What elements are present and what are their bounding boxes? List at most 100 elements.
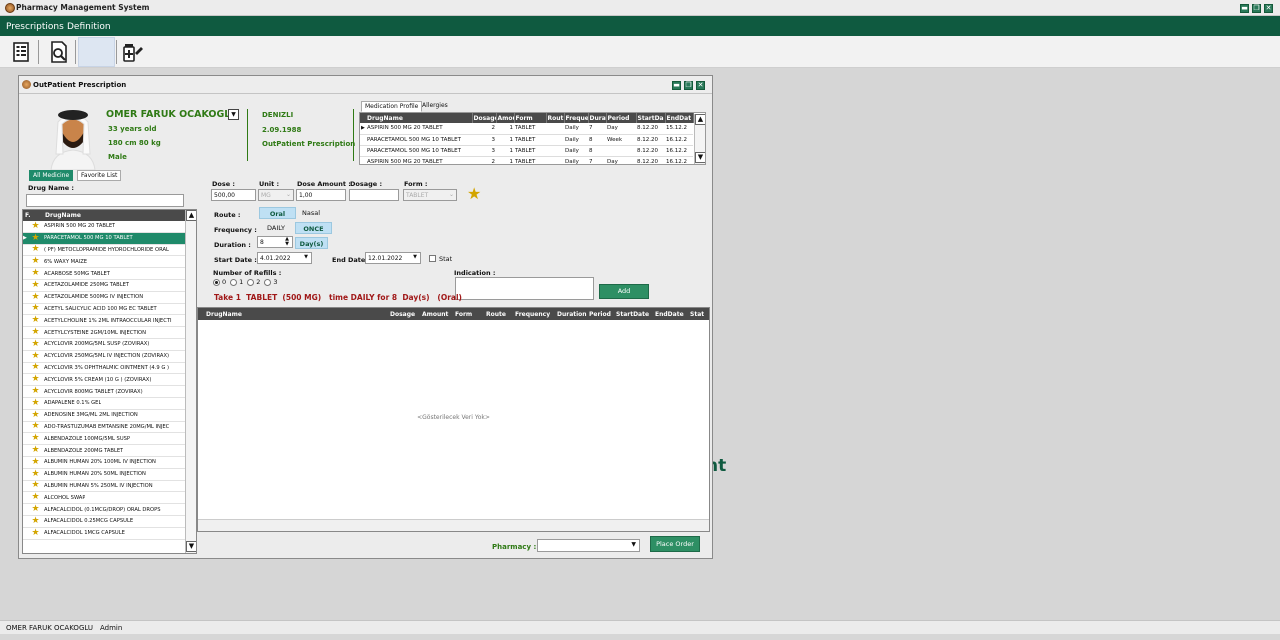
radio-icon[interactable] <box>230 278 238 286</box>
favorite-star-icon[interactable]: ★ <box>29 446 42 455</box>
column-header[interactable]: Amount <box>422 311 448 318</box>
tab-medication-profile[interactable]: Medication Profile <box>361 101 423 112</box>
favorite-star-icon[interactable]: ★ <box>29 505 42 514</box>
column-header[interactable]: Rout <box>546 113 565 123</box>
unit-select[interactable]: MG ⌄ <box>258 189 294 201</box>
route-oral-button[interactable]: Oral <box>259 207 296 219</box>
favorite-star-icon[interactable]: ★ <box>29 387 42 396</box>
favorite-star-icon[interactable]: ★ <box>29 257 42 266</box>
favorite-star-icon[interactable]: ★ <box>29 528 42 538</box>
favorite-star-icon[interactable]: ★ <box>29 422 42 431</box>
duration-unit-button[interactable]: Day(s) <box>295 237 328 249</box>
column-header[interactable]: Durat <box>588 113 607 123</box>
radio-icon[interactable] <box>213 278 220 286</box>
frequency-daily-button[interactable]: DAILY <box>260 222 292 234</box>
list-item[interactable]: ★ ALBUMIN HUMAN 5% 250ML IV INJECTION <box>23 480 196 493</box>
table-row[interactable]: PARACETAMOL 500 MG 10 TABLET 3 1 TABLET Dail… <box>360 134 693 146</box>
start-date-picker[interactable]: 4.01.2022 ▼ <box>257 252 312 264</box>
column-header[interactable]: Frequency <box>515 311 550 318</box>
scrollbar[interactable]: ▲ ▼ <box>185 210 196 553</box>
list-item[interactable]: ★ ALBUMIN HUMAN 20% 100ML IV INJECTION <box>23 456 196 469</box>
dose-amount-input[interactable] <box>296 189 346 201</box>
column-header[interactable]: Period <box>589 311 611 318</box>
radio-icon[interactable] <box>247 278 255 286</box>
favorite-star-icon[interactable]: ★ <box>29 304 42 313</box>
form-select[interactable]: TABLET ⌄ <box>403 189 457 201</box>
menu-definition[interactable]: Definition <box>67 22 111 32</box>
refills-option[interactable]: 0 <box>213 278 226 286</box>
list-item[interactable]: ▶ ★ PARACETAMOL 500 MG 10 TABLET <box>23 232 196 245</box>
favorite-star-icon[interactable]: ★ <box>29 245 42 254</box>
list-item[interactable]: ★ ALFACALCIDOL (0.1MCG/DROP) ORAL DROPS <box>23 504 196 516</box>
list-item[interactable]: ★ ACYCLOVIR 250MG/5ML IV INJECTION (ZOVIR… <box>23 350 196 363</box>
scroll-up-icon[interactable]: ▲ <box>695 114 705 125</box>
duration-stepper[interactable]: 8 ▲ ▼ <box>257 236 293 248</box>
menu-prescriptions[interactable]: Prescriptions <box>6 22 64 32</box>
column-header[interactable]: DrugName <box>206 311 242 318</box>
list-item[interactable]: ★ ACETAZOLAMIDE 500MG IV INJECTION <box>23 291 196 304</box>
favorite-star-icon[interactable]: ★ <box>29 280 42 290</box>
dialog-restore-icon[interactable]: ❐ <box>684 81 693 90</box>
scroll-down-icon[interactable]: ▼ <box>695 152 705 163</box>
list-item[interactable]: ★ ALFACALCIDOL 1MCG CAPSULE <box>23 527 196 540</box>
refills-option[interactable]: 3 <box>264 278 278 286</box>
favorite-star-icon[interactable]: ★ <box>29 221 42 231</box>
list-item[interactable]: ★ ALBUMIN HUMAN 20% 50ML INJECTION <box>23 468 196 481</box>
add-button[interactable]: Add <box>599 284 649 299</box>
frequency-once-button[interactable]: ONCE <box>295 222 332 234</box>
table-row[interactable]: ASPIRIN 500 MG 20 TABLET 2 1 TABLET Daily 7 Da… <box>360 156 693 164</box>
list-item[interactable]: ★ 6% WAXY MAIZE <box>23 256 196 269</box>
tab-favorite-list[interactable]: Favorite List <box>77 170 122 181</box>
column-header[interactable]: Form <box>455 311 472 318</box>
column-header[interactable]: EndDate <box>655 311 684 318</box>
favorite-star-icon[interactable]: ★ <box>29 457 42 467</box>
dialog-close-icon[interactable]: ✕ <box>696 81 705 90</box>
column-header[interactable]: Duration <box>557 311 587 318</box>
favorite-star-icon[interactable]: ★ <box>29 328 42 337</box>
favorite-star-icon[interactable]: ★ <box>29 363 42 372</box>
pharmacy-select[interactable]: ▼ <box>537 539 640 552</box>
scroll-down-icon[interactable]: ▼ <box>186 541 196 552</box>
table-row[interactable]: ▶ ASPIRIN 500 MG 20 TABLET 2 1 TABLET Daily 7 D… <box>360 123 693 135</box>
favorite-star-icon[interactable]: ★ <box>29 516 42 526</box>
minimize-icon[interactable]: ▬ <box>1240 4 1249 13</box>
favorite-star-icon[interactable]: ★ <box>29 269 42 278</box>
dialog-minimize-icon[interactable]: ▬ <box>672 81 681 90</box>
list-item[interactable]: ★ ACYCLOVIR 200MG/5ML SUSP (ZOVIRAX) <box>23 338 196 351</box>
column-header[interactable]: DrugName <box>366 113 473 123</box>
favorite-star-icon[interactable]: ★ <box>29 375 42 384</box>
list-item[interactable]: ★ ALFACALCIDOL 0.25MCG CAPSULE <box>23 515 196 528</box>
list-item[interactable]: ★ ACETYLCHOLINE 1% 2ML INTRAOCCULAR INJEC… <box>23 315 196 328</box>
table-row[interactable]: PARACETAMOL 500 MG 10 TABLET 3 1 TABLET Dail… <box>360 145 693 157</box>
list-item[interactable]: ★ ADAPALENE 0.1% GEL <box>23 397 196 410</box>
column-header[interactable]: Route <box>486 311 506 318</box>
tab-allergies[interactable]: Allergies <box>419 101 451 112</box>
favorite-star-icon[interactable]: ★ <box>29 398 42 408</box>
dose-input[interactable] <box>211 189 256 201</box>
horizontal-scrollbar[interactable] <box>198 519 709 531</box>
favorite-star-icon[interactable]: ★ <box>29 233 42 243</box>
column-header[interactable]: Freque <box>564 113 589 123</box>
end-date-picker[interactable]: 12.01.2022 ▼ <box>365 252 421 264</box>
list-item[interactable]: ★ ALBENDAZOLE 200MG TABLET <box>23 445 196 457</box>
search-document-icon[interactable] <box>47 40 71 64</box>
stat-checkbox[interactable] <box>429 255 436 262</box>
column-header[interactable]: Form <box>514 113 547 123</box>
list-item[interactable]: ★ ADO-TRASTUZUMAB EMTANSINE 20MG/ML INJEC <box>23 421 196 434</box>
column-header[interactable]: Dosage <box>472 113 497 123</box>
place-order-button[interactable]: Place Order <box>650 536 700 552</box>
close-icon[interactable]: ✕ <box>1264 4 1273 13</box>
refills-option[interactable]: 1 <box>230 278 243 286</box>
stepper-arrows-icon[interactable]: ▲ ▼ <box>285 237 289 247</box>
restore-icon[interactable]: ❐ <box>1252 4 1261 13</box>
favorite-star-icon[interactable]: ★ <box>29 469 42 479</box>
favorite-star-icon[interactable]: ★ <box>29 339 42 349</box>
column-header[interactable]: Dosage <box>390 311 415 318</box>
list-item[interactable]: ★ ACETAZOLAMIDE 250MG TABLET <box>23 279 196 292</box>
list-item[interactable]: ★ ACETYL SALICYLIC ACID 100 MG EC TABLET <box>23 303 196 316</box>
favorite-star-icon[interactable]: ★ <box>29 410 42 420</box>
column-header[interactable]: EndDat <box>665 113 694 123</box>
indication-input[interactable] <box>455 277 594 300</box>
favorite-star-icon[interactable]: ★ <box>29 316 42 325</box>
column-header[interactable]: Period <box>606 113 637 123</box>
